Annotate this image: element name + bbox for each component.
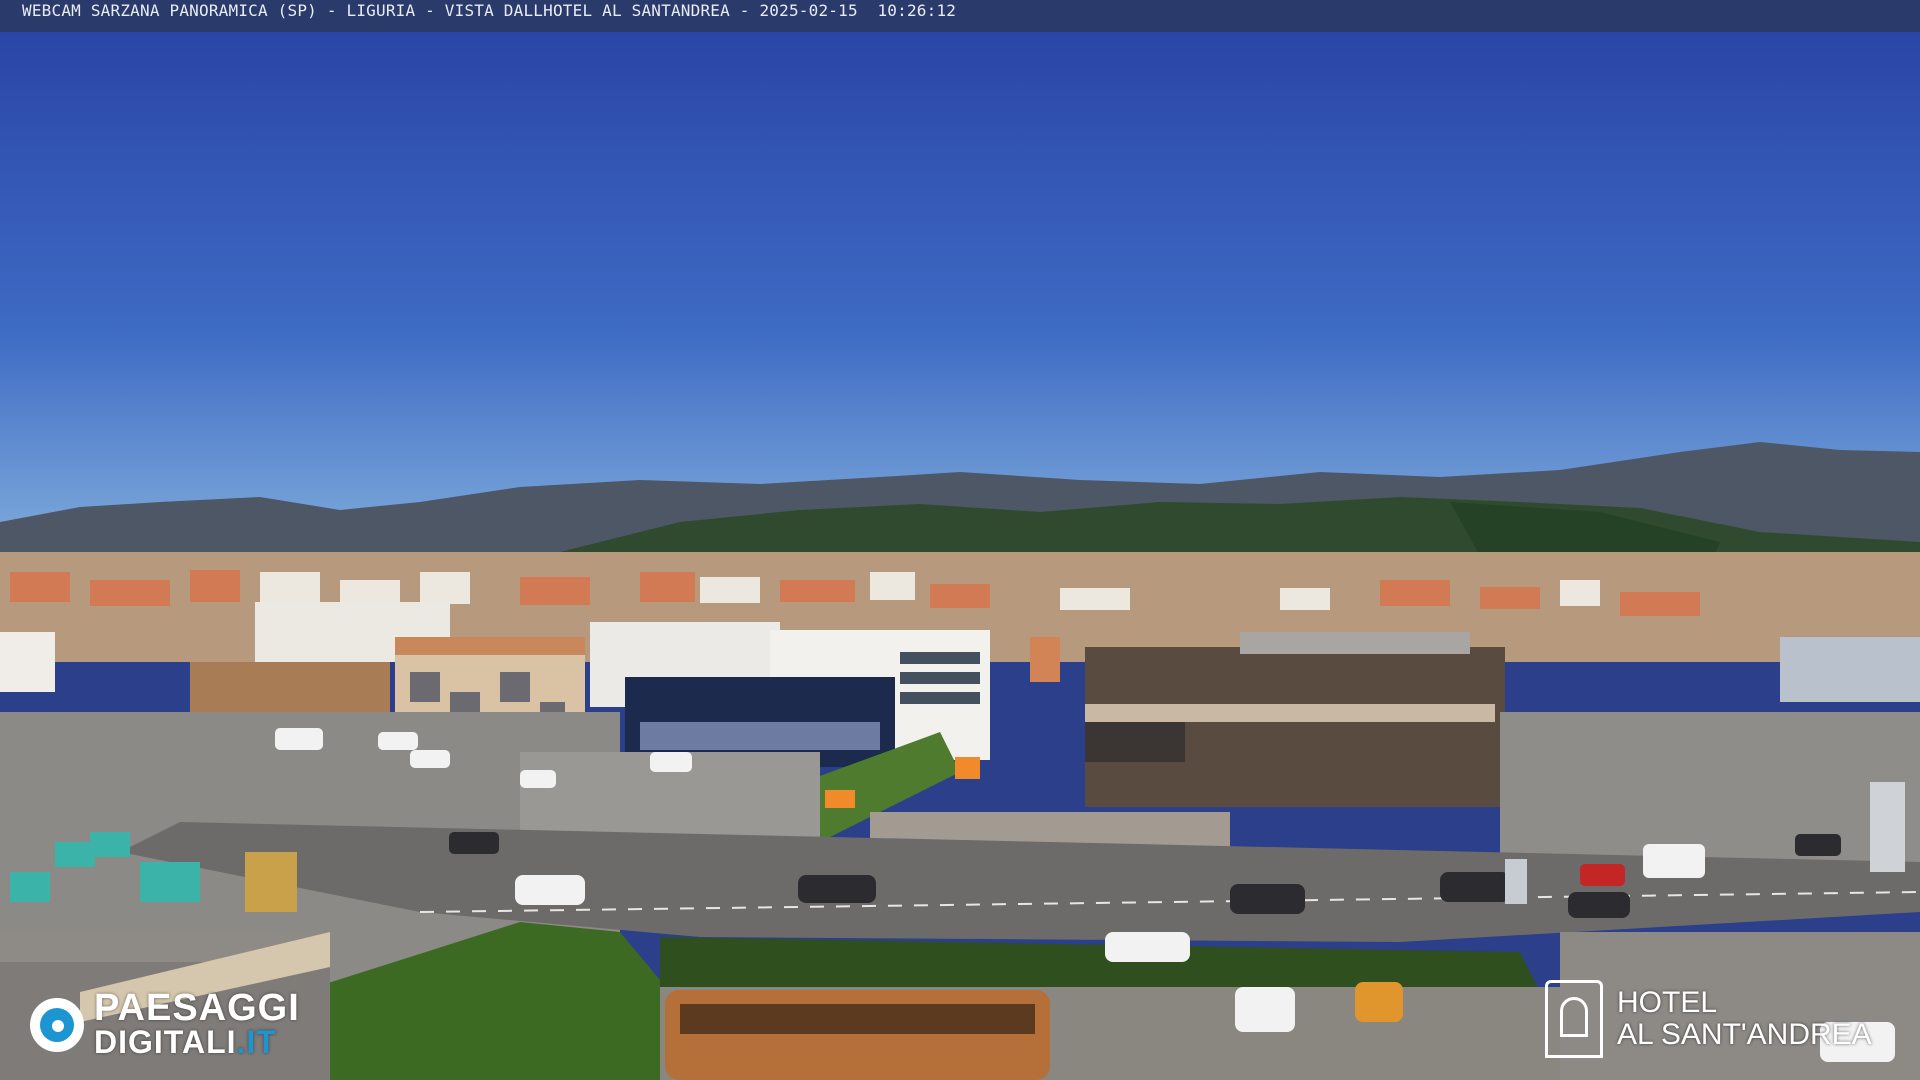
webcam-scene: [0, 32, 1920, 1080]
eye-icon: [30, 998, 84, 1052]
hotel-name-line2: AL SANT'ANDREA: [1617, 1018, 1872, 1051]
hotel-name-line1: HOTEL: [1617, 986, 1718, 1019]
hotel-door-icon: [1545, 980, 1603, 1058]
digitali-text: DIGITALI.IT: [94, 1025, 300, 1059]
bus: [665, 990, 1050, 1080]
hotel-logo: HOTEL AL SANT'ANDREA: [1545, 980, 1872, 1058]
sky: [0, 32, 1920, 532]
digitali-word: DIGITALI: [94, 1024, 237, 1060]
webcam-caption: WEBCAM SARZANA PANORAMICA (SP) - LIGURIA…: [0, 0, 1920, 32]
paesaggi-digitali-logo: PAESAGGI DIGITALI.IT: [30, 987, 300, 1060]
paesaggi-text: PAESAGGI: [94, 987, 300, 1029]
digitali-tld: .IT: [236, 1024, 277, 1060]
